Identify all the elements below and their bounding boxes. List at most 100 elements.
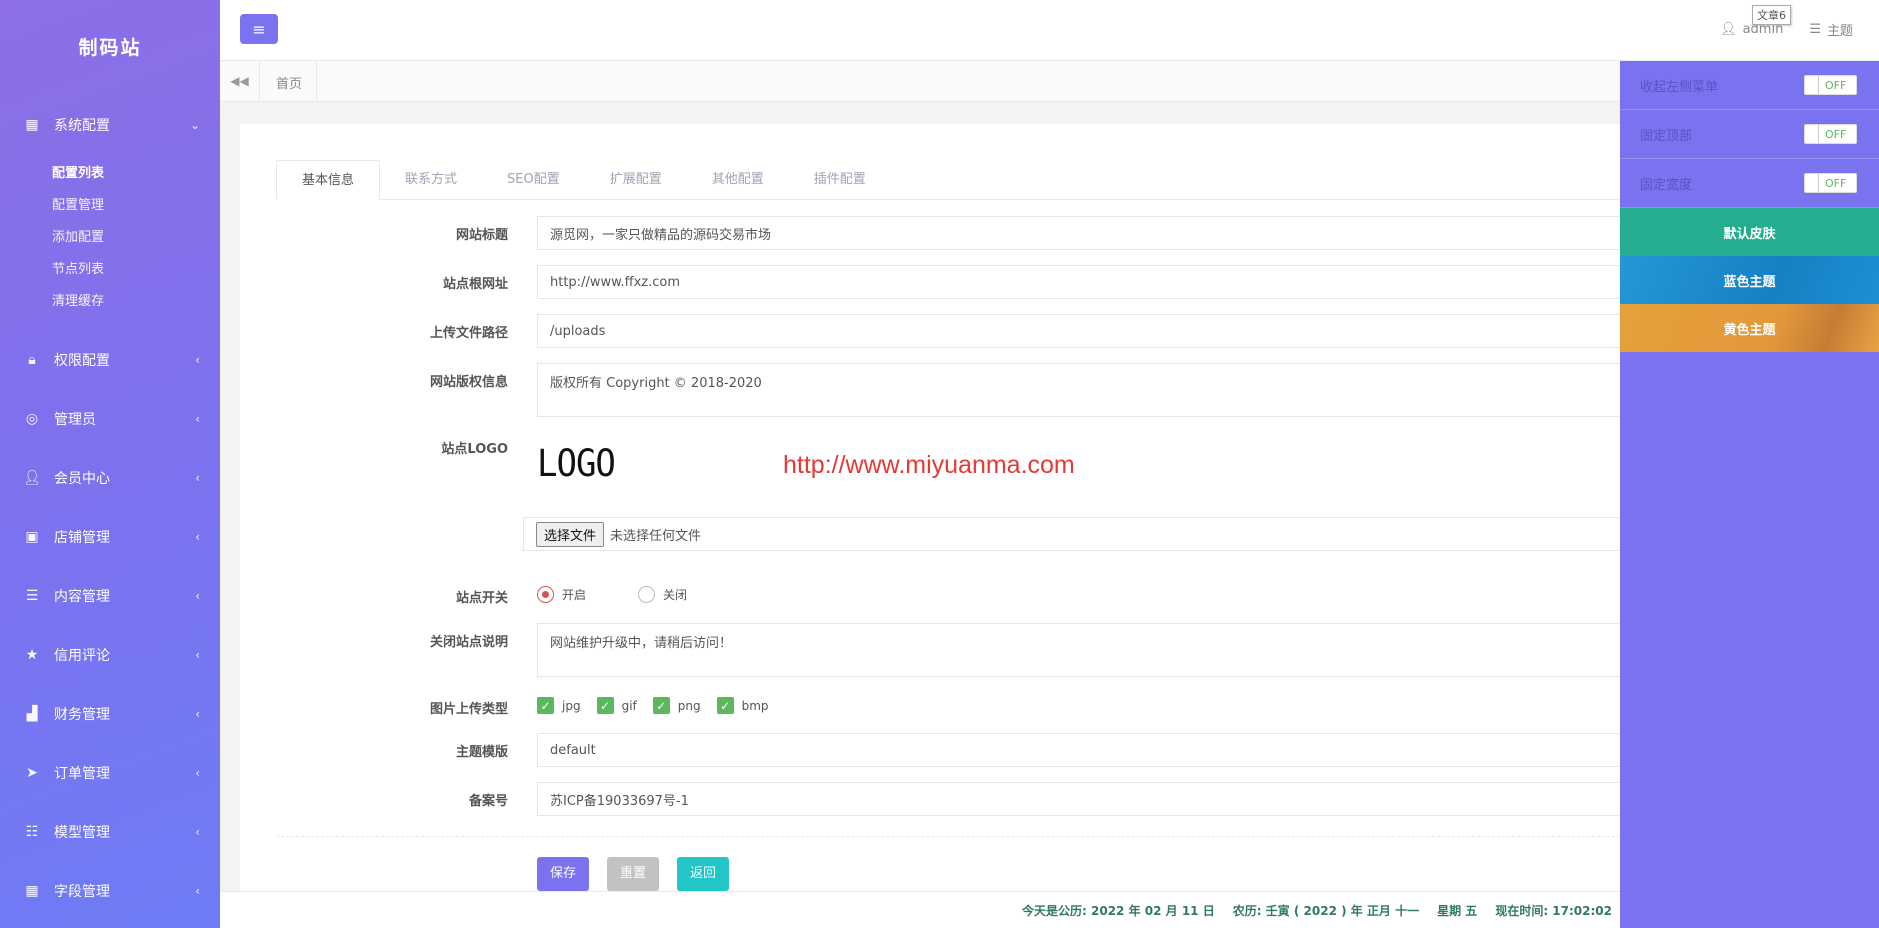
site-url-input[interactable]: http://www.ffxz.com [537,265,1640,299]
theme-label: 主题 [1826,24,1853,39]
submenu-item-config-list[interactable]: 配置列表 [52,158,220,190]
checkbox-label: jpg [562,698,581,713]
template-input[interactable]: default [537,733,1640,767]
theme-panel: 收起左侧菜单 OFF 固定顶部 OFF 固定宽度 OFF 默认皮肤 蓝色主题 黄… [1620,61,1879,928]
send-icon: ➤ [26,764,38,781]
copyright-textarea[interactable]: 版权所有 Copyright © 2018-2020 [537,363,1640,417]
sidebar-item-orders[interactable]: ➤ 订单管理 ‹ [0,743,220,802]
user-icon: 👤︎ [1720,22,1737,37]
tab-basic-info[interactable]: 基本信息 [276,160,381,200]
top-bar: ≡ 文章6 👤︎ admin ☰ 主题 [220,0,1879,61]
brand-logo: 制码站 [78,36,142,59]
sidebar-item-content[interactable]: ☰ 内容管理 ‹ [0,566,220,625]
checkbox-jpg[interactable]: ✓ jpg [537,697,581,714]
option-label: 固定顶部 [1640,128,1693,144]
option-label: 固定宽度 [1640,177,1693,193]
sidebar: 制码站 ▦ 系统配置 ⌄ 配置列表 配置管理 添加配置 节点列表 清理缓存 🔒︎… [0,0,220,928]
chevron-left-icon: ‹ [195,765,200,780]
site-title-input[interactable]: 源觅网，一家只做精品的源码交易市场 [537,216,1640,250]
option-fixed-width: 固定宽度 OFF [1620,159,1879,208]
field-label: 备案号 [468,794,508,809]
lunar-date: 农历: 壬寅 ( 2022 ) 年 正月 十一 [1232,903,1420,918]
collapse-menu-toggle[interactable]: OFF [1804,75,1857,95]
check-icon: ✓ [537,697,554,714]
radio-circle-checked [537,586,554,603]
tab-extension[interactable]: 扩展配置 [585,160,687,200]
checkbox-gif[interactable]: ✓ gif [596,697,637,714]
field-label: 网站版权信息 [429,375,508,390]
stack-icon: ☷ [25,823,39,840]
skin-default-button[interactable]: 默认皮肤 [1620,208,1879,256]
fixed-top-toggle[interactable]: OFF [1804,124,1857,144]
tab-contact[interactable]: 联系方式 [380,160,482,200]
chevron-down-icon: ⌄ [189,118,200,132]
submenu-item-add-config[interactable]: 添加配置 [52,222,220,254]
sidebar-item-members[interactable]: 👤︎ 会员中心 ‹ [0,448,220,507]
chevron-left-icon: ‹ [195,352,200,367]
field-label: 上传文件路径 [429,326,508,341]
chevron-left-icon: ‹ [195,883,200,898]
icp-input[interactable]: 苏ICP备19033697号-1 [537,782,1640,816]
watermark-text: http://www.miyuanma.com [783,451,1075,479]
theme-icon: ☰ [1809,22,1821,37]
divider [316,61,317,101]
check-icon: ✓ [652,697,670,714]
tab-plugins[interactable]: 插件配置 [789,160,891,200]
sidebar-item-permissions[interactable]: 🔒︎ 权限配置 ‹ [0,330,220,389]
sidebar-item-models[interactable]: ☷ 模型管理 ‹ [0,802,220,861]
divider [276,836,1640,837]
theme-menu[interactable]: ☰ 主题 [1809,20,1853,39]
skin-blue-button[interactable]: 蓝色主题 [1620,256,1879,304]
back-button[interactable]: 返回 [677,857,730,891]
star-icon: ★ [25,646,39,663]
field-label: 站点开关 [455,591,508,606]
submenu: 配置列表 配置管理 添加配置 节点列表 清理缓存 [0,158,220,330]
grid-icon: ▦ [25,117,39,133]
choose-file-button[interactable]: 选择文件 [536,521,605,547]
solar-date: 今天是公历: 2022 年 02 月 11 日 [1022,903,1215,918]
checkbox-bmp[interactable]: ✓ bmp [716,697,769,714]
radio-close[interactable]: 关闭 [638,586,687,603]
field-label: 图片上传类型 [429,702,508,717]
sidebar-item-system-config[interactable]: ▦ 系统配置 ⌄ [0,92,220,158]
sidebar-item-reviews[interactable]: ★ 信用评论 ‹ [0,625,220,684]
checkbox-label: bmp [741,698,769,713]
tab-other[interactable]: 其他配置 [687,160,789,200]
radio-label: 关闭 [663,588,688,602]
sidebar-item-fields[interactable]: ▦ 字段管理 ‹ [0,861,220,920]
logo-preview: LOGO [537,442,616,486]
chevron-left-icon: ‹ [195,529,200,544]
grid-icon: ▦ [25,882,39,899]
radio-open[interactable]: 开启 [537,586,586,603]
skin-yellow-button[interactable]: 黄色主题 [1620,304,1879,352]
menu-toggle-button[interactable]: ≡ [240,14,278,44]
checkbox-label: gif [621,698,637,713]
submenu-item-clear-cache[interactable]: 清理缓存 [52,286,220,318]
upload-path-input[interactable]: /uploads [537,314,1640,348]
tooltip: 文章6 [1752,5,1791,25]
check-icon: ✓ [596,697,614,714]
check-icon: ✓ [716,697,734,714]
back-arrow-icon[interactable]: ◀◀ [220,61,260,101]
chevron-left-icon: ‹ [195,588,200,603]
weekday: 星期 五 [1437,903,1478,918]
checkbox-png[interactable]: ✓ png [652,697,701,714]
upload-types-checkboxes: ✓ jpg ✓ gif ✓ png ✓ bmp [537,697,769,714]
tab-seo[interactable]: SEO配置 [482,160,585,200]
submenu-item-config-manage[interactable]: 配置管理 [52,190,220,222]
submenu-item-node-list[interactable]: 节点列表 [52,254,220,286]
lock-icon: 🔒︎ [28,351,36,368]
breadcrumb-home[interactable]: 首页 [276,73,302,92]
checkbox-label: png [677,698,701,713]
fixed-width-toggle[interactable]: OFF [1804,173,1857,193]
logo-image: LOGO [537,442,616,486]
close-note-textarea[interactable]: 网站维护升级中，请稍后访问！ [537,623,1640,677]
sidebar-item-finance[interactable]: ▟ 财务管理 ‹ [0,684,220,743]
sidebar-item-stores[interactable]: ▣ 店铺管理 ‹ [0,507,220,566]
field-label: 主题模版 [455,745,508,760]
chevron-left-icon: ‹ [195,411,200,426]
sidebar-item-admins[interactable]: ◎ 管理员 ‹ [0,389,220,448]
logo-file-input[interactable]: 选择文件 未选择任何文件 [523,517,1640,551]
save-button[interactable]: 保存 [537,857,590,891]
reset-button[interactable]: 重置 [607,857,660,891]
